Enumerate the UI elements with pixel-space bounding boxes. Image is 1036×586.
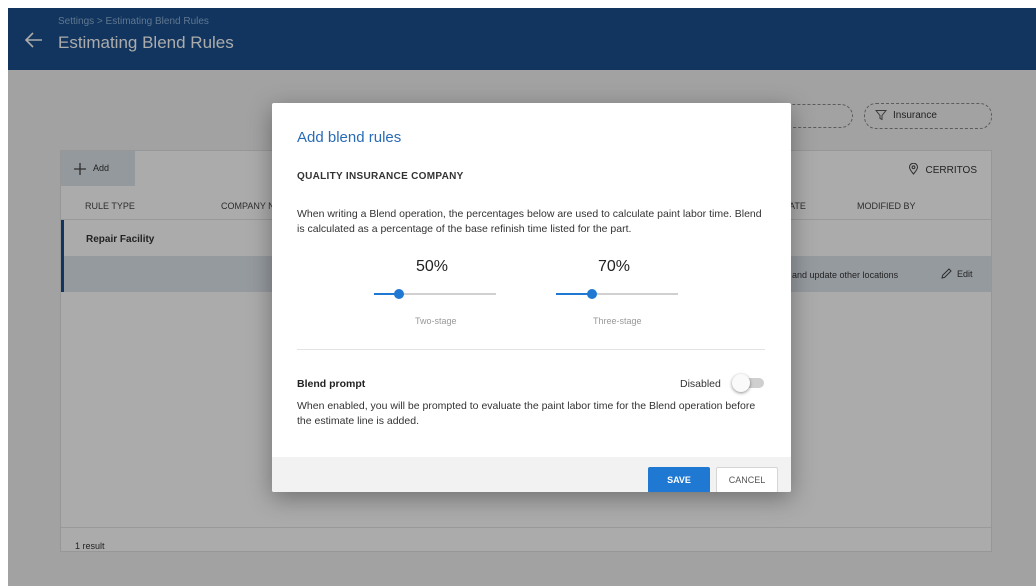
two-stage-percent: 50% <box>416 258 449 275</box>
three-stage-label: Three-stage <box>593 316 642 326</box>
two-stage-label: Two-stage <box>415 316 457 326</box>
toggle-thumb <box>732 374 750 392</box>
blend-prompt-title: Blend prompt <box>297 378 366 390</box>
slider-thumb[interactable] <box>586 289 597 299</box>
add-blend-rules-dialog: Add blend rules QUALITY INSURANCE COMPAN… <box>272 103 791 492</box>
app-frame: Settings > Estimating Blend Rules Estima… <box>8 8 1036 586</box>
slider-thumb[interactable] <box>394 289 405 299</box>
three-stage-percent: 70% <box>598 258 631 275</box>
blend-prompt-description: When enabled, you will be prompted to ev… <box>297 400 756 427</box>
company-name: QUALITY INSURANCE COMPANY <box>297 171 464 182</box>
two-stage-slider[interactable] <box>374 288 496 300</box>
blend-prompt-toggle[interactable] <box>732 374 766 392</box>
three-stage-slider[interactable] <box>556 288 678 300</box>
dialog-divider <box>297 349 765 350</box>
dialog-footer: SAVE CANCEL <box>272 457 791 492</box>
blend-description: When writing a Blend operation, the perc… <box>297 208 762 235</box>
save-button[interactable]: SAVE <box>648 467 710 492</box>
dialog-title: Add blend rules <box>297 129 402 146</box>
cancel-button[interactable]: CANCEL <box>716 467 778 492</box>
blend-prompt-state: Disabled <box>680 378 721 390</box>
